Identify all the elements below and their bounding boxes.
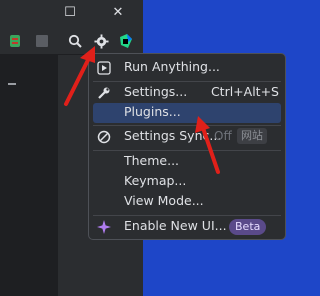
arrow-to-gear (64, 46, 95, 106)
annotation-arrows (64, 46, 220, 174)
arrow-to-plugins (195, 116, 220, 174)
